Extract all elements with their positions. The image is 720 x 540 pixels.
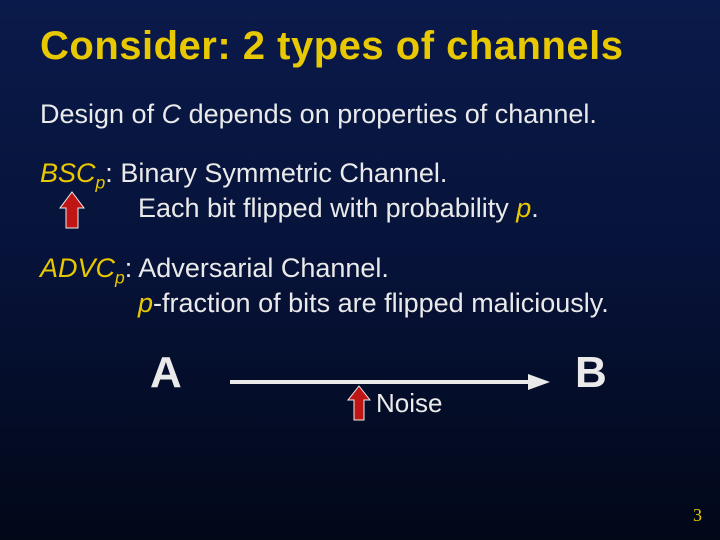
arrow-right-icon [230,374,550,380]
advc-line2: p-fraction of bits are flipped malicious… [138,288,609,318]
advc-block: ADVCp: Adversarial Channel. p-fraction o… [40,253,680,320]
bsc-colon: : [105,158,120,188]
advc-line1: Adversarial Channel. [138,253,389,283]
slide: Consider: 2 types of channels Design of … [0,0,720,540]
slide-title: Consider: 2 types of channels [40,24,680,69]
design-c: C [162,99,182,129]
design-prefix: Design of [40,99,162,129]
advc-line2-suffix: -fraction of bits are flipped maliciousl… [153,288,609,318]
up-arrow-icon [58,190,86,230]
page-number: 3 [693,505,702,526]
advc-line2-p: p [138,288,153,318]
bsc-line2-suffix: . [531,193,539,223]
diagram: A B Noise [40,348,680,438]
bsc-sub: p [96,172,106,192]
design-line: Design of C depends on properties of cha… [40,99,680,130]
bsc-line1: Binary Symmetric Channel. [120,158,447,188]
advc-sub: p [115,267,125,287]
bsc-block: BSCp: Binary Symmetric Channel. Each bit… [40,158,680,225]
bsc-line2-p: p [516,193,531,223]
noise-up-arrow-icon [346,384,372,422]
node-b: B [575,348,607,398]
advc-colon: : [125,253,139,283]
bsc-line2-prefix: Each bit flipped with probability [138,193,516,223]
noise-label: Noise [376,388,442,419]
node-a: A [150,348,182,398]
advc-term: ADVC [40,253,115,283]
bsc-term: BSC [40,158,96,188]
design-suffix: depends on properties of channel. [181,99,597,129]
bsc-line2: Each bit flipped with probability p. [138,193,539,223]
